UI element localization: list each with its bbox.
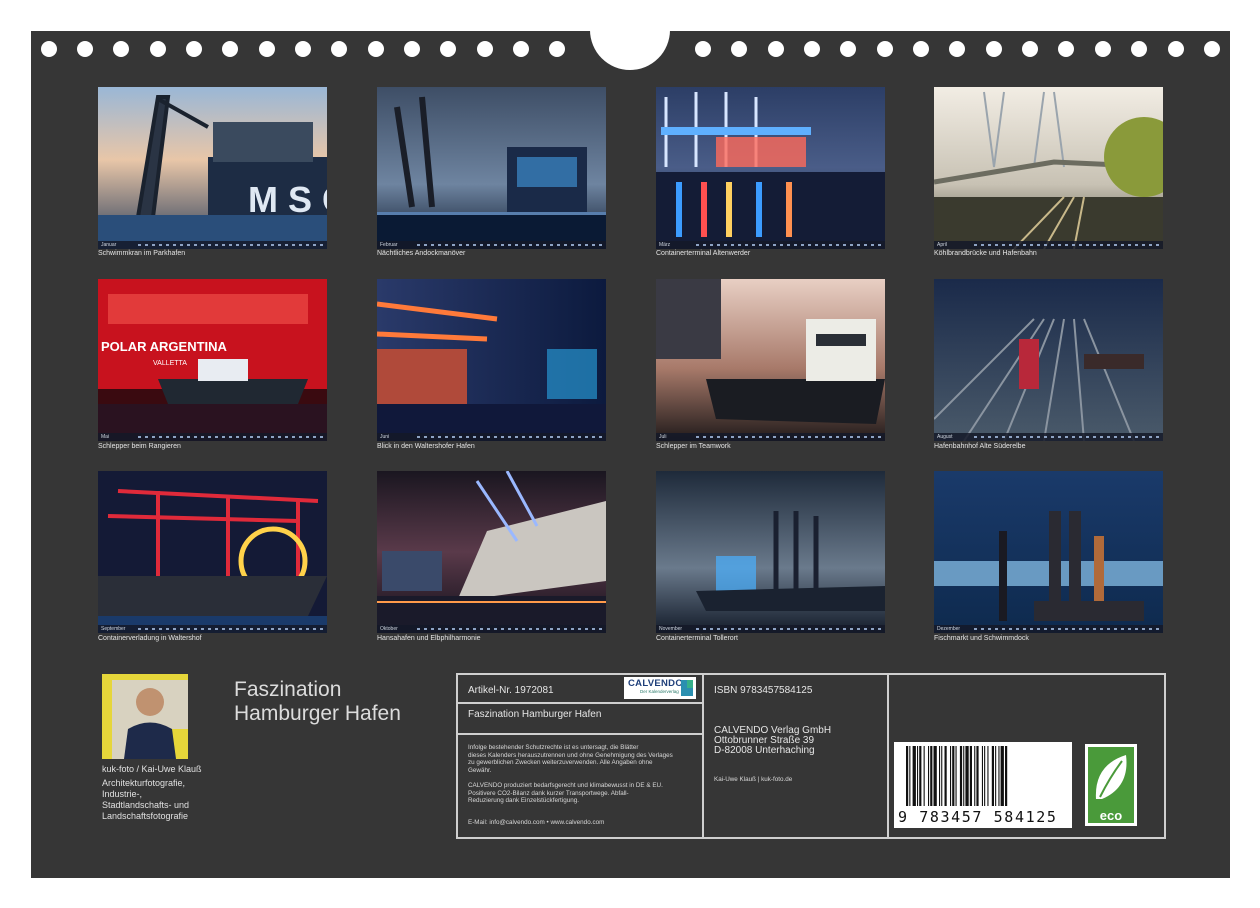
contact-line: E-Mail: info@calvendo.com • www.calvendo… — [468, 819, 605, 826]
binding-hole — [1168, 41, 1184, 57]
eco-badge: eco — [1085, 744, 1137, 826]
binding-hole — [368, 41, 384, 57]
binding-hole — [113, 41, 129, 57]
calendar-title: Faszination — [234, 678, 342, 701]
publisher-address: CALVENDO Verlag GmbH Ottobrunner Straße … — [714, 725, 832, 756]
eco-notice: CALVENDO produziert bedarfsgerecht und k… — [468, 782, 663, 805]
binding-hole — [1095, 41, 1111, 57]
hanger-cutout — [590, 0, 670, 70]
month-photo-december: Dezember — [934, 471, 1163, 633]
binding-hole — [404, 41, 420, 57]
divider — [458, 733, 702, 735]
binding-hole — [877, 41, 893, 57]
binding-hole — [840, 41, 856, 57]
binding-hole — [768, 41, 784, 57]
month-caption: Schwimmkran im Parkhafen — [98, 250, 186, 257]
month-photo-june: Juni — [377, 279, 606, 441]
product-title: Faszination Hamburger Hafen — [468, 709, 602, 720]
calvendo-logo: CALVENDO Der Kalenderverlag — [624, 677, 696, 699]
binding-hole — [295, 41, 311, 57]
month-photo-january: M S C Januar — [98, 87, 327, 249]
month-caption: Fischmarkt und Schwimmdock — [934, 635, 1029, 642]
month-photo-november: November — [656, 471, 885, 633]
artist-name: kuk-foto / Kai-Uwe Klauß — [102, 764, 202, 774]
divider — [887, 673, 889, 839]
binding-hole — [222, 41, 238, 57]
month-caption: Nächtliches Andockmanöver — [377, 250, 466, 257]
month-caption: Hansahafen und Elbphilharmonie — [377, 635, 481, 642]
month-caption: Schlepper im Teamwork — [656, 443, 731, 450]
binding-hole — [986, 41, 1002, 57]
leaf-icon — [1095, 755, 1127, 799]
month-photo-august: August — [934, 279, 1163, 441]
month-caption: Containerterminal Tollerort — [656, 635, 738, 642]
photo-credit: Kai-Uwe Klauß | kuk-foto.de — [714, 776, 793, 783]
binding-hole — [1204, 41, 1220, 57]
svg-text:POLAR ARGENTINA: POLAR ARGENTINA — [101, 339, 228, 354]
binding-hole — [186, 41, 202, 57]
svg-text:VALLETTA: VALLETTA — [153, 360, 187, 367]
binding-holes — [0, 0, 1260, 70]
legal-notice: Infolge bestehender Schutzrechte ist es … — [468, 744, 673, 774]
month-photo-may: POLAR ARGENTINA VALLETTA Mai — [98, 279, 327, 441]
month-photo-october: Oktober — [377, 471, 606, 633]
binding-hole — [259, 41, 275, 57]
isbn: ISBN 9783457584125 — [714, 685, 813, 696]
binding-hole — [477, 41, 493, 57]
binding-hole — [513, 41, 529, 57]
binding-hole — [331, 41, 347, 57]
binding-hole — [77, 41, 93, 57]
binding-hole — [150, 41, 166, 57]
article-number: Artikel-Nr. 1972081 — [468, 685, 554, 696]
artist-portrait — [102, 674, 188, 759]
binding-hole — [1022, 41, 1038, 57]
artist-description: Architekturfotografie, Industrie-, Stadt… — [102, 778, 190, 821]
divider — [458, 702, 702, 704]
isbn-barcode: 9 783457 584125 — [894, 742, 1072, 828]
month-caption: Containerverladung in Waltershof — [98, 635, 202, 642]
binding-hole — [695, 41, 711, 57]
month-photo-april: April — [934, 87, 1163, 249]
month-photo-july: Juli — [656, 279, 885, 441]
svg-text:M S C: M S C — [248, 179, 327, 220]
month-photo-september: September — [98, 471, 327, 633]
binding-hole — [1131, 41, 1147, 57]
month-photo-march: März — [656, 87, 885, 249]
binding-hole — [731, 41, 747, 57]
divider — [702, 673, 704, 839]
calendar-subtitle: Hamburger Hafen — [234, 702, 401, 725]
binding-hole — [440, 41, 456, 57]
binding-hole — [41, 41, 57, 57]
month-caption: Schlepper beim Rangieren — [98, 443, 181, 450]
binding-hole — [949, 41, 965, 57]
binding-hole — [1058, 41, 1074, 57]
month-caption: Köhlbrandbrücke und Hafenbahn — [934, 250, 1037, 257]
month-caption: Hafenbahnhof Alte Süderelbe — [934, 443, 1026, 450]
month-photo-february: Februar — [377, 87, 606, 249]
binding-hole — [913, 41, 929, 57]
month-caption: Blick in den Waltershofer Hafen — [377, 443, 475, 450]
binding-hole — [804, 41, 820, 57]
month-caption: Containerterminal Altenwerder — [656, 250, 751, 257]
binding-hole — [549, 41, 565, 57]
